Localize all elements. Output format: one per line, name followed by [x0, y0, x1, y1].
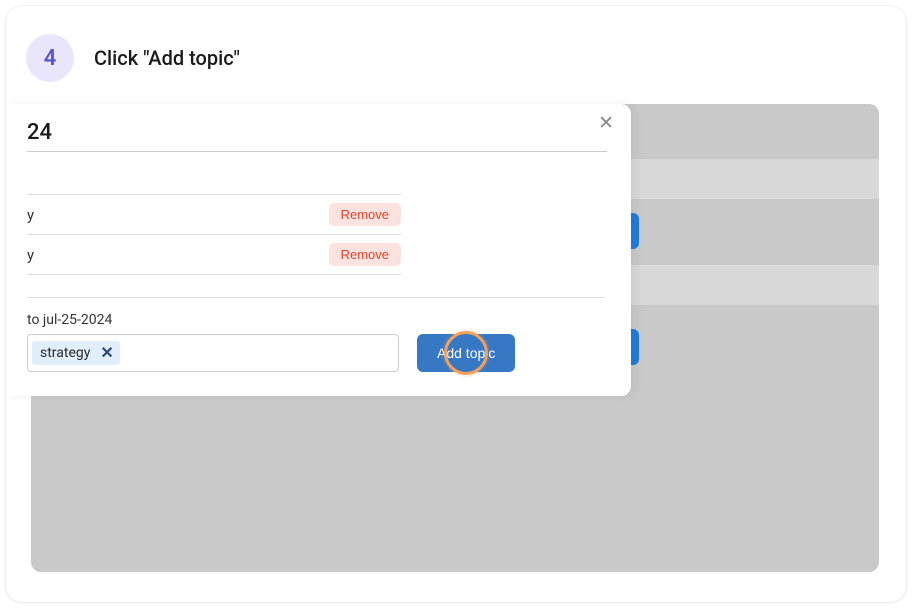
chip-remove-icon[interactable]: ✕	[100, 345, 113, 361]
step-number-text: 4	[44, 46, 57, 71]
category-label: y	[27, 206, 34, 224]
category-row: y Remove	[27, 194, 401, 234]
modal-dialog: ✕ 24 y Remove y Remove to jul-25-2024 st…	[6, 104, 631, 396]
add-topic-label: Add topic	[437, 345, 495, 361]
category-label: y	[27, 246, 34, 264]
title-input[interactable]: 24	[27, 120, 607, 152]
bottom-row: strategy ✕ Add topic	[27, 334, 605, 372]
category-list: y Remove y Remove	[27, 194, 401, 275]
step-header: 4 Click "Add topic"	[6, 6, 906, 102]
category-row: y Remove	[27, 234, 401, 275]
title-input-value: 24	[27, 120, 52, 145]
close-button[interactable]: ✕	[594, 109, 618, 136]
chip-text: strategy	[40, 345, 90, 361]
remove-button[interactable]: Remove	[329, 203, 401, 226]
close-icon: ✕	[598, 111, 614, 134]
date-label: to jul-25-2024	[27, 312, 605, 328]
remove-button[interactable]: Remove	[329, 243, 401, 266]
topic-input[interactable]: strategy ✕	[27, 334, 399, 372]
topic-chip: strategy ✕	[32, 341, 120, 365]
step-number-badge: 4	[26, 34, 74, 82]
step-title: Click "Add topic"	[94, 46, 240, 70]
add-topic-button[interactable]: Add topic	[417, 334, 515, 372]
step-card: 4 Click "Add topic" ✕ 24 y Remove y Remo…	[6, 6, 906, 602]
date-section: to jul-25-2024 strategy ✕ Add topic	[27, 297, 605, 372]
